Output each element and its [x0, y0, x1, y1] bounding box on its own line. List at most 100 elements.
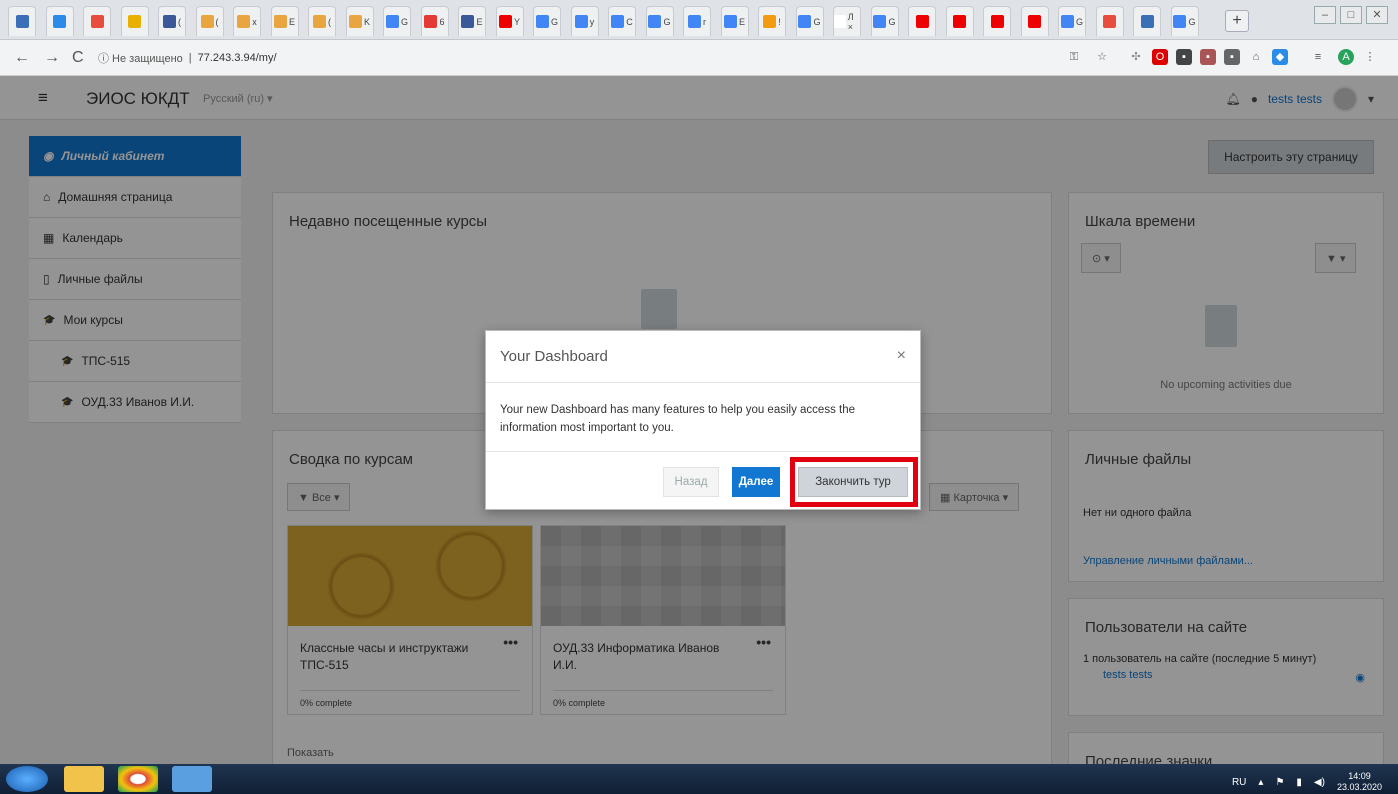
tab-favicon-icon: [1173, 15, 1187, 28]
tab-favicon-icon: [688, 15, 701, 28]
browser-tab-strip: + – □ ✕ ((x E (K G 6 E Y Gy C Gr E! G Л × G G G: [0, 0, 1398, 40]
security-indicator[interactable]: ⓘ Не защищено: [98, 50, 183, 66]
back-icon[interactable]: ←: [14, 49, 30, 67]
browser-tab[interactable]: G: [645, 6, 674, 36]
browser-tab[interactable]: [120, 6, 149, 36]
browser-menu-icon[interactable]: ⋮: [1362, 49, 1378, 65]
tab-favicon-icon: [915, 15, 929, 28]
tab-label: E: [738, 16, 745, 27]
browser-tab[interactable]: 6: [420, 6, 449, 36]
close-window-button[interactable]: ✕: [1366, 6, 1388, 24]
tab-label: G: [888, 16, 896, 27]
extension-icon[interactable]: ▪: [1224, 49, 1240, 65]
close-icon[interactable]: ×: [897, 347, 906, 365]
browser-tab[interactable]: !: [758, 6, 786, 36]
tab-favicon-icon: [611, 15, 625, 28]
start-button[interactable]: [6, 766, 48, 792]
minimize-button[interactable]: –: [1314, 6, 1336, 24]
window-controls: – □ ✕: [1314, 6, 1388, 24]
browser-tab[interactable]: G: [533, 6, 561, 36]
tab-favicon-icon: [1060, 15, 1074, 28]
tab-label: E: [288, 16, 295, 27]
tab-label: r: [703, 16, 706, 27]
tab-label: G: [663, 16, 671, 27]
tab-favicon-icon: [163, 15, 176, 28]
browser-tab[interactable]: (: [158, 6, 186, 36]
browser-tab[interactable]: E: [458, 6, 486, 36]
flag-icon[interactable]: ⚑: [1275, 777, 1284, 788]
extension-icon[interactable]: ⌂: [1248, 49, 1264, 65]
browser-tab[interactable]: [45, 6, 74, 36]
browser-tab[interactable]: r: [683, 6, 711, 36]
new-tab-button[interactable]: +: [1225, 10, 1249, 32]
tray-arrow-icon[interactable]: ▴: [1258, 777, 1263, 788]
forward-icon[interactable]: →: [44, 49, 60, 67]
browser-tab[interactable]: [83, 6, 111, 36]
language-indicator[interactable]: RU: [1232, 777, 1246, 788]
profile-avatar-icon[interactable]: A: [1338, 49, 1354, 65]
chrome-icon[interactable]: [118, 766, 158, 792]
bookmark-star-icon[interactable]: ☆: [1094, 49, 1110, 65]
extension-icon[interactable]: ✣: [1128, 49, 1144, 65]
browser-tab[interactable]: C: [608, 6, 636, 36]
browser-tab[interactable]: E: [720, 6, 749, 36]
tab-label: G: [1075, 16, 1083, 27]
tab-favicon-icon: [15, 15, 29, 28]
tab-favicon-icon: [574, 15, 588, 28]
folder-icon[interactable]: [172, 766, 212, 792]
browser-tab[interactable]: G: [1170, 6, 1199, 36]
browser-tab[interactable]: [945, 6, 974, 36]
reload-icon[interactable]: C: [72, 49, 84, 67]
tab-label: y: [589, 16, 595, 27]
tab-favicon-icon: [90, 15, 104, 28]
browser-tab[interactable]: (: [195, 6, 224, 36]
clock-date: 23.03.2020: [1336, 782, 1382, 792]
browser-tab[interactable]: G: [795, 6, 824, 36]
browser-tab[interactable]: E: [270, 6, 299, 36]
browser-tab[interactable]: K: [345, 6, 374, 36]
file-explorer-icon[interactable]: [64, 766, 104, 792]
browser-tab[interactable]: G: [870, 6, 899, 36]
browser-tab[interactable]: (: [308, 6, 336, 36]
browser-tab[interactable]: G: [383, 6, 411, 36]
browser-tab[interactable]: x: [233, 6, 261, 36]
browser-tab[interactable]: [908, 6, 936, 36]
tab-favicon-icon: [763, 15, 777, 28]
key-icon[interactable]: ⚿: [1066, 49, 1082, 65]
browser-tab[interactable]: Y: [495, 6, 524, 36]
tab-favicon-icon: [385, 15, 399, 28]
url-input[interactable]: ⓘ Не защищено | 77.243.3.94/my/: [98, 46, 1058, 70]
extension-icon[interactable]: ◆: [1272, 49, 1288, 65]
browser-tab[interactable]: y: [570, 6, 599, 36]
tab-label: Л ×: [847, 11, 854, 32]
tab-favicon-icon: [834, 15, 846, 28]
browser-tab[interactable]: [1020, 6, 1049, 36]
browser-tab[interactable]: Л ×: [833, 6, 861, 36]
opera-extension-icon[interactable]: O: [1152, 49, 1168, 65]
tab-favicon-icon: [424, 15, 438, 28]
extension-icon[interactable]: ▪: [1176, 49, 1192, 65]
tab-label: C: [626, 16, 633, 27]
back-button[interactable]: Назад: [663, 467, 719, 497]
clock[interactable]: 14:09 23.03.2020: [1337, 771, 1382, 793]
tab-label: E: [476, 16, 483, 27]
tab-label: (: [215, 16, 219, 27]
tab-favicon-icon: [53, 15, 66, 28]
tab-favicon-icon: [990, 15, 1004, 28]
media-icon[interactable]: ≡: [1310, 49, 1326, 65]
browser-tab[interactable]: [983, 6, 1011, 36]
tab-favicon-icon: [313, 15, 326, 28]
browser-tab[interactable]: [1095, 6, 1124, 36]
tab-favicon-icon: [1103, 15, 1116, 28]
extension-icon[interactable]: ▪: [1200, 49, 1216, 65]
tab-favicon-icon: [200, 15, 214, 28]
browser-tab[interactable]: G: [1058, 6, 1086, 36]
browser-tab[interactable]: [1133, 6, 1161, 36]
maximize-button[interactable]: □: [1340, 6, 1362, 24]
browser-tab[interactable]: [8, 6, 36, 36]
next-button[interactable]: Далее: [732, 467, 780, 497]
network-icon[interactable]: ▮: [1296, 777, 1302, 788]
tab-favicon-icon: [535, 15, 549, 28]
volume-icon[interactable]: ◀): [1314, 777, 1325, 788]
url-text: 77.243.3.94/my/: [197, 52, 277, 64]
